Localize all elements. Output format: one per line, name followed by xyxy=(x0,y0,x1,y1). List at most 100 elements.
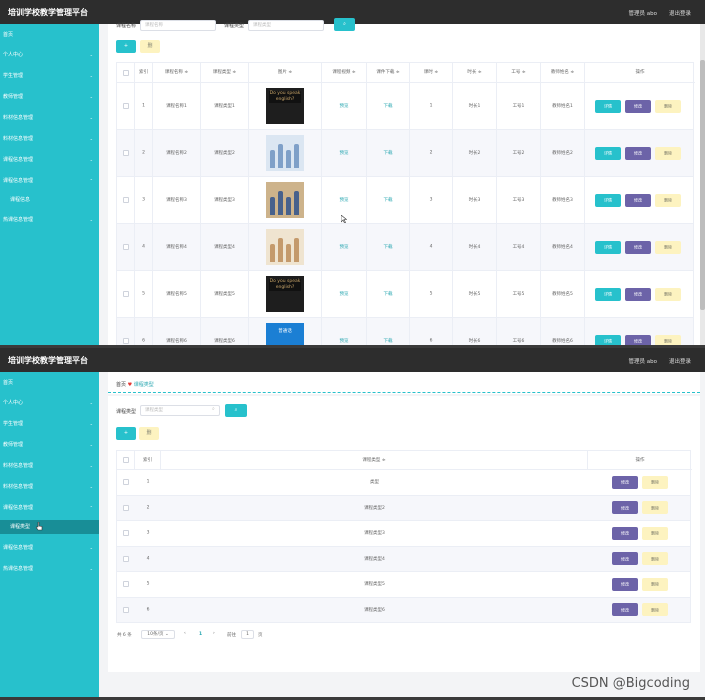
course-thumbnail[interactable] xyxy=(266,182,304,218)
table-row[interactable]: 2 课程名称2 课程类型2 预览 下载 2 时长2 工号2 教师姓名2 详情 修改 删除 xyxy=(117,130,693,177)
detail-button[interactable]: 详情 xyxy=(595,146,621,160)
sidebar-item-materials[interactable]: 料材信息管理 ⌄ xyxy=(0,111,99,125)
table-row[interactable]: 6 课程类型6 修改 删除 xyxy=(117,597,690,623)
sidebar-item-home[interactable]: 首页 xyxy=(0,376,99,390)
table-row[interactable]: 4 课程类型4 修改 删除 xyxy=(117,546,690,572)
edit-button[interactable]: 修改 xyxy=(612,475,638,489)
row-checkbox[interactable] xyxy=(122,150,129,156)
column-header[interactable]: 课程类型 ≑ xyxy=(161,451,588,470)
delete-button[interactable]: 删除 xyxy=(642,475,668,489)
video-preview-link[interactable]: 预览 xyxy=(322,197,366,203)
table-row[interactable]: 6 课程名称6 课程类型6 预览 下载 6 时长6 工号6 教师姓名6 普通话 详情 修改 删除 xyxy=(117,318,693,348)
column-header[interactable]: 课件下载 ≑ xyxy=(367,63,410,83)
batch-delete-button[interactable]: 删 xyxy=(139,427,159,440)
sidebar-item-teachers[interactable]: 教师管理 ⌄ xyxy=(0,438,99,452)
row-checkbox[interactable] xyxy=(123,504,129,511)
table-row[interactable]: 5 课程类型5 修改 删除 xyxy=(117,572,690,598)
download-link[interactable]: 下载 xyxy=(367,338,409,344)
table-row[interactable]: 3 课程类型3 修改 删除 xyxy=(117,521,690,547)
table-row[interactable]: 1 类型 修改 删除 xyxy=(117,470,690,496)
detail-button[interactable]: 详情 xyxy=(595,99,621,113)
delete-button[interactable]: 删除 xyxy=(655,99,681,113)
row-checkbox[interactable] xyxy=(123,606,129,613)
column-header[interactable]: 索引 xyxy=(135,63,153,83)
delete-button[interactable]: 删除 xyxy=(642,526,668,540)
logout-link[interactable]: 退出登录 xyxy=(669,357,691,365)
edit-button[interactable]: 修改 xyxy=(625,99,651,113)
sidebar-item-home[interactable]: 首页 xyxy=(0,28,99,42)
download-link[interactable]: 下载 xyxy=(367,103,409,109)
column-header[interactable]: 教师姓名 ≑ xyxy=(541,63,585,83)
table-row[interactable]: 1 课程名称1 课程类型1 预览 下载 1 时长1 工号1 教师姓名1 Do you speak … xyxy=(117,83,693,130)
course-type-input[interactable]: 课程类型 xyxy=(248,20,324,31)
add-button[interactable]: + xyxy=(116,40,136,53)
goto-input[interactable]: 1 xyxy=(241,630,254,639)
sidebar-item-profile[interactable]: 个人中心 ⌄ xyxy=(0,48,99,62)
batch-delete-button[interactable]: 删 xyxy=(140,40,160,53)
course-thumbnail[interactable] xyxy=(266,135,304,171)
column-header[interactable]: 课程类型 ≑ xyxy=(201,63,249,83)
column-header[interactable]: 时长 ≑ xyxy=(453,63,497,83)
edit-button[interactable]: 修改 xyxy=(612,577,638,591)
delete-button[interactable]: 删除 xyxy=(655,287,681,301)
video-preview-link[interactable]: 预览 xyxy=(322,244,366,250)
download-link[interactable]: 下载 xyxy=(367,244,409,250)
edit-button[interactable]: 修改 xyxy=(612,526,638,540)
delete-button[interactable]: 删除 xyxy=(655,240,681,254)
sidebar-item-teachers[interactable]: 教师管理 ⌄ xyxy=(0,90,99,104)
select-all-checkbox[interactable] xyxy=(122,69,129,76)
table-row[interactable]: 4 课程名称4 课程类型4 预览 下载 4 时长4 工号4 教师姓名4 详情 修改 删除 xyxy=(117,224,693,271)
sidebar-item-course-info-2[interactable]: 课程信息管理 ⌄ xyxy=(0,541,99,555)
delete-button[interactable]: 删除 xyxy=(655,146,681,160)
sidebar-item-hot-course[interactable]: 热课信息管理 ⌄ xyxy=(0,213,99,227)
row-checkbox[interactable] xyxy=(122,244,129,250)
page-number[interactable]: 1 xyxy=(199,632,202,637)
course-type-input[interactable]: 课程类型 xyxy=(140,405,220,416)
column-header[interactable]: 课程视频 ≑ xyxy=(322,63,367,83)
column-header[interactable]: 课程名称 ≑ xyxy=(153,63,201,83)
prev-page-button[interactable]: ‹ xyxy=(184,631,186,636)
sidebar-item-materials-2[interactable]: 料材信息管理 ⌄ xyxy=(0,132,99,146)
edit-button[interactable]: 修改 xyxy=(612,552,638,566)
edit-button[interactable]: 修改 xyxy=(612,603,638,617)
table-row[interactable]: 3 课程名称3 课程类型3 预览 下载 3 时长3 工号3 教师姓名3 详情 修改 删除 xyxy=(117,177,693,224)
download-link[interactable]: 下载 xyxy=(367,291,409,297)
add-button[interactable]: + xyxy=(116,427,136,440)
sidebar-item-course-info[interactable]: 课程信息管理 ⌃ xyxy=(0,501,99,515)
sidebar-subitem-course[interactable]: 课程信息 xyxy=(0,193,99,207)
course-name-input[interactable]: 课程名称 xyxy=(140,20,216,31)
sidebar-item-course-info[interactable]: 课程信息管理 ⌄ xyxy=(0,153,99,167)
sidebar-item-students[interactable]: 学生管理 ⌄ xyxy=(0,417,99,431)
edit-button[interactable]: 修改 xyxy=(625,287,651,301)
row-checkbox[interactable] xyxy=(123,479,129,486)
logout-link[interactable]: 退出登录 xyxy=(669,9,691,17)
sidebar-item-profile[interactable]: 个人中心 ⌄ xyxy=(0,396,99,410)
search-button[interactable]: ⌕ xyxy=(334,18,355,31)
video-preview-link[interactable]: 预览 xyxy=(322,338,366,344)
edit-button[interactable]: 修改 xyxy=(612,501,638,515)
sidebar-item-course-info-2[interactable]: 课程信息管理 ⌃ xyxy=(0,174,99,188)
column-header[interactable]: 图片 ≑ xyxy=(249,63,322,83)
column-header[interactable]: 工号 ≑ xyxy=(497,63,541,83)
edit-button[interactable]: 修改 xyxy=(625,193,651,207)
page-size-select[interactable]: 10条/页 ⌄ xyxy=(141,630,175,639)
search-button[interactable]: ⌕ xyxy=(225,404,247,417)
row-checkbox[interactable] xyxy=(123,555,129,562)
row-checkbox[interactable] xyxy=(122,103,129,109)
download-link[interactable]: 下载 xyxy=(367,197,409,203)
delete-button[interactable]: 删除 xyxy=(642,603,668,617)
delete-button[interactable]: 删除 xyxy=(642,577,668,591)
delete-button[interactable]: 删除 xyxy=(655,193,681,207)
row-checkbox[interactable] xyxy=(122,338,129,344)
delete-button[interactable]: 删除 xyxy=(642,501,668,515)
sidebar-item-students[interactable]: 学生管理 ⌄ xyxy=(0,69,99,83)
video-preview-link[interactable]: 预览 xyxy=(322,103,366,109)
course-thumbnail[interactable]: Do you speak english? xyxy=(266,276,304,312)
column-header[interactable]: 索引 xyxy=(135,451,161,470)
video-preview-link[interactable]: 预览 xyxy=(322,150,366,156)
next-page-button[interactable]: › xyxy=(213,631,215,636)
select-all-checkbox[interactable] xyxy=(122,457,129,463)
download-link[interactable]: 下载 xyxy=(367,150,409,156)
row-checkbox[interactable] xyxy=(123,581,129,588)
delete-button[interactable]: 删除 xyxy=(642,552,668,566)
